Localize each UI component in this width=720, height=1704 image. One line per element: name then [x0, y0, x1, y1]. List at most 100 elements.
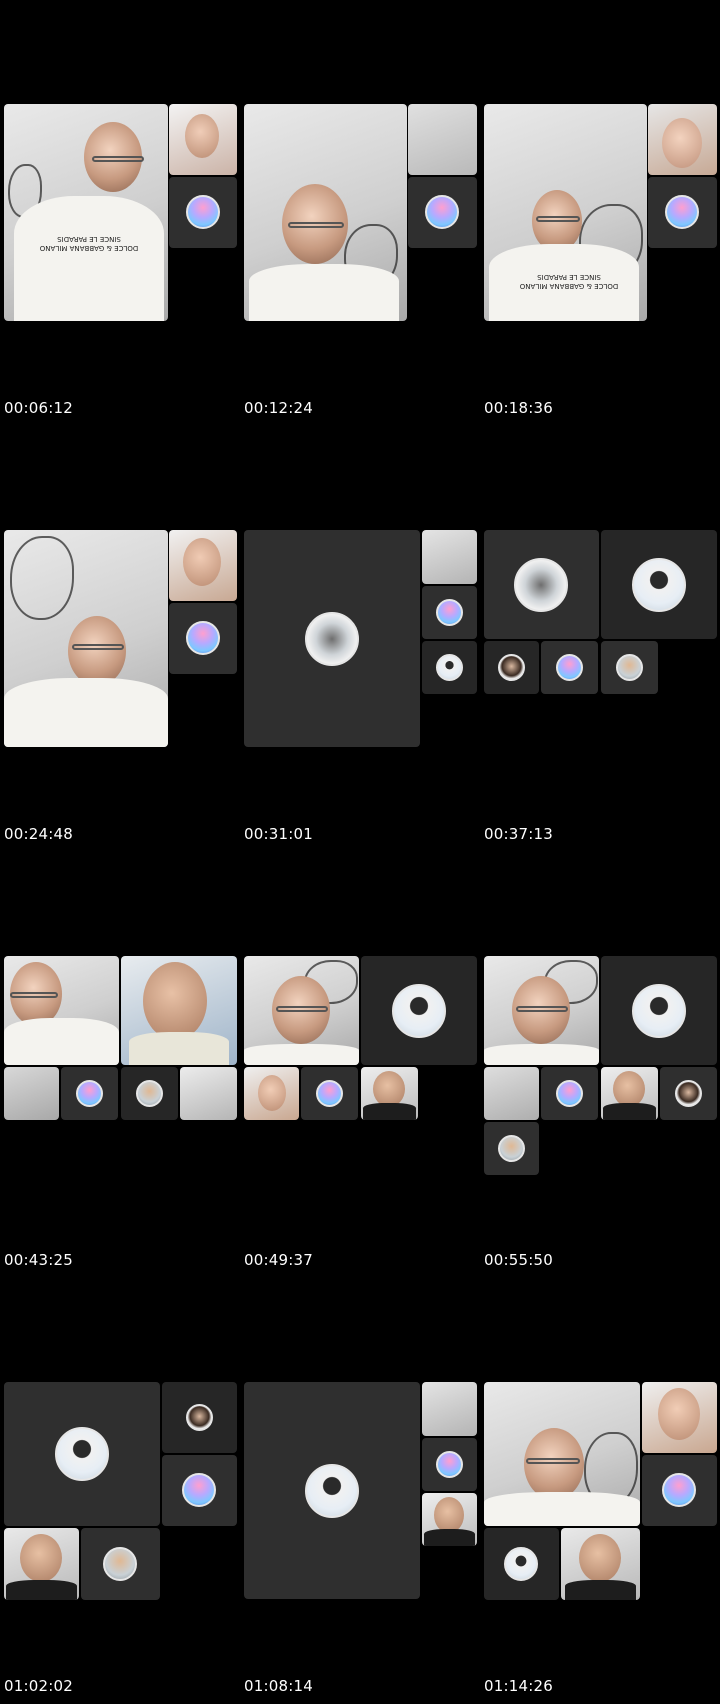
participant-tile[interactable] [4, 1528, 79, 1600]
participant-shirt [14, 196, 164, 321]
thumbnail-4[interactable] [4, 530, 238, 840]
participant-tile[interactable] [4, 1382, 160, 1526]
participant-tile[interactable] [244, 956, 359, 1065]
participant-shirt [4, 678, 168, 747]
thumbnail-8[interactable] [244, 956, 478, 1266]
participant-avatar [55, 1427, 109, 1481]
participant-avatar [436, 1451, 463, 1478]
participant-tile[interactable] [484, 956, 599, 1065]
timestamp: 01:02:02 [4, 1677, 73, 1695]
participant-tile[interactable] [422, 1493, 477, 1546]
participant-face [613, 1071, 645, 1107]
main-video-tile[interactable]: DOLCE & GABBANA MILANO SINCE LE PARADIS [4, 104, 168, 321]
participant-avatar [136, 1080, 163, 1107]
participant-tile[interactable] [660, 1067, 717, 1120]
main-video-tile[interactable] [244, 1382, 420, 1599]
participant-tile[interactable] [541, 1067, 598, 1120]
participant-tile[interactable] [81, 1528, 160, 1600]
participant-shirt [484, 1044, 599, 1065]
timestamp: 00:31:01 [244, 825, 313, 843]
main-video-tile[interactable]: DOLCE & GABBANA MILANO SINCE LE PARADIS [484, 104, 647, 321]
participant-tile[interactable] [169, 104, 237, 175]
thumbnail-12[interactable] [484, 1382, 718, 1692]
participant-avatar [305, 612, 359, 666]
participant-shirt [363, 1103, 416, 1120]
participant-tile[interactable] [169, 530, 237, 601]
main-video-tile[interactable] [244, 104, 407, 321]
participant-tile[interactable] [484, 641, 539, 694]
participant-tile[interactable] [601, 530, 717, 639]
thumbnail-9[interactable] [484, 956, 718, 1266]
participant-tile[interactable] [422, 641, 477, 694]
thumbnail-2[interactable] [244, 104, 478, 414]
participant-avatar [186, 1404, 213, 1431]
timestamp: 00:43:25 [4, 1251, 73, 1269]
participant-tile[interactable] [642, 1382, 717, 1453]
participant-tile[interactable] [301, 1067, 358, 1120]
participant-tile[interactable] [169, 603, 237, 674]
participant-tile[interactable] [642, 1455, 717, 1526]
participant-tile[interactable] [484, 1122, 539, 1175]
participant-face [68, 616, 126, 686]
main-video-tile[interactable] [4, 530, 168, 747]
participant-tile[interactable] [121, 956, 237, 1065]
participant-tile[interactable] [244, 1067, 299, 1120]
participant-tile[interactable] [601, 1067, 658, 1120]
participant-tile[interactable] [361, 956, 477, 1065]
glasses [516, 1006, 568, 1012]
participant-tile[interactable] [422, 1438, 477, 1491]
participant-tile[interactable] [408, 177, 477, 248]
participant-tile[interactable] [4, 956, 119, 1065]
participant-face [524, 1428, 584, 1500]
timestamp: 00:49:37 [244, 1251, 313, 1269]
participant-tile[interactable] [648, 177, 717, 248]
participant-tile[interactable] [422, 530, 477, 584]
participant-tile[interactable] [408, 104, 477, 175]
thumbnail-7[interactable] [4, 956, 238, 1266]
participant-face [185, 114, 219, 158]
participant-avatar [103, 1547, 137, 1581]
participant-tile[interactable] [169, 177, 237, 248]
participant-tile[interactable] [484, 1067, 539, 1120]
participant-avatar [662, 1473, 696, 1507]
participant-avatar [305, 1464, 359, 1518]
thumbnail-6[interactable] [484, 530, 718, 840]
participant-tile[interactable] [541, 641, 598, 694]
participant-tile[interactable] [484, 530, 599, 639]
participant-tile[interactable] [601, 956, 717, 1065]
participant-face [20, 1534, 62, 1582]
participant-tile[interactable] [648, 104, 717, 175]
participant-shirt [249, 264, 399, 321]
participant-tile[interactable] [162, 1382, 237, 1453]
participant-tile[interactable] [61, 1067, 118, 1120]
thumbnail-5[interactable] [244, 530, 478, 840]
participant-tile[interactable] [484, 1528, 559, 1600]
participant-avatar [498, 654, 525, 681]
main-video-tile[interactable] [244, 530, 420, 747]
participant-tile[interactable] [121, 1067, 178, 1120]
thumbnail-3[interactable]: DOLCE & GABBANA MILANO SINCE LE PARADIS [484, 104, 718, 414]
participant-face [373, 1071, 405, 1107]
thumbnail-10[interactable] [4, 1382, 238, 1692]
participant-tile[interactable] [561, 1528, 640, 1600]
participant-tile[interactable] [361, 1067, 418, 1120]
timestamp: 00:06:12 [4, 399, 73, 417]
participant-avatar [556, 1080, 583, 1107]
participant-tile[interactable] [180, 1067, 237, 1120]
participant-face [143, 962, 207, 1040]
thumbnail-1[interactable]: DOLCE & GABBANA MILANO SINCE LE PARADIS [4, 104, 238, 414]
participant-tile[interactable] [422, 1382, 477, 1436]
participant-tile[interactable] [422, 586, 477, 639]
participant-shirt [129, 1032, 229, 1065]
participant-avatar [675, 1080, 702, 1107]
participant-tile[interactable] [601, 641, 658, 694]
glasses [288, 222, 344, 228]
participant-tile[interactable] [484, 1382, 640, 1526]
participant-tile[interactable] [162, 1455, 237, 1526]
timestamp: 01:14:26 [484, 1677, 553, 1695]
participant-tile[interactable] [4, 1067, 59, 1120]
wall-art [10, 536, 74, 620]
glasses [72, 644, 124, 650]
glasses [10, 992, 58, 998]
thumbnail-11[interactable] [244, 1382, 478, 1692]
